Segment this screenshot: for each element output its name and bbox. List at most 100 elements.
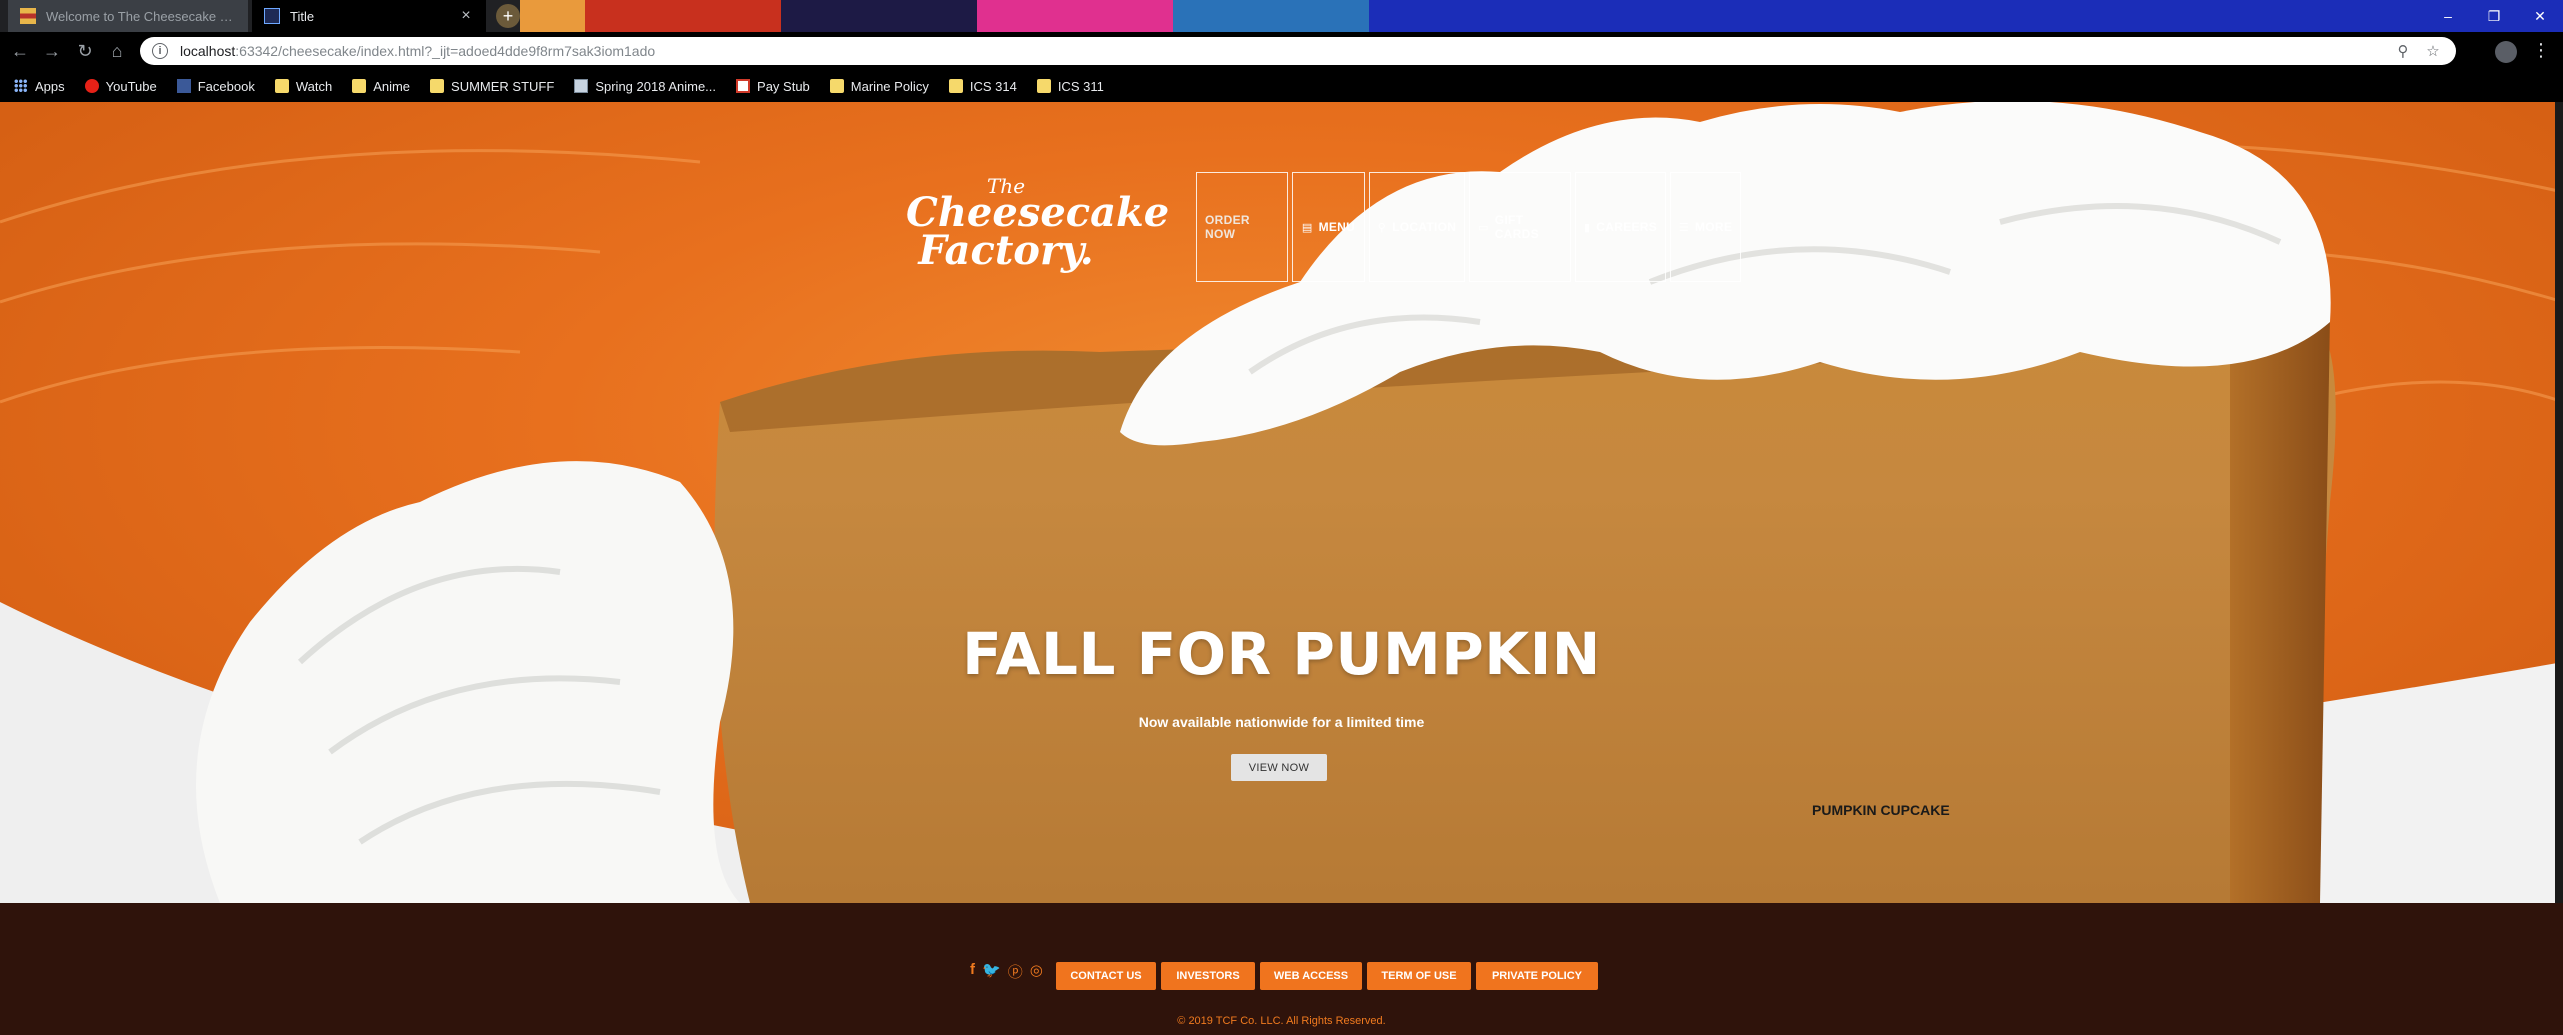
bookmark-label: Pay Stub bbox=[757, 78, 810, 94]
bookmarks-bar: Apps YouTube Facebook Watch Anime SUMMER… bbox=[0, 70, 2563, 102]
copyright-text: © 2019 TCF Co. LLC. All Rights Reserved. bbox=[1177, 1015, 1386, 1027]
window-controls: – ❐ ✕ bbox=[2425, 0, 2563, 32]
private-policy-button[interactable]: PRIVATE POLICY bbox=[1476, 962, 1598, 990]
nav-careers[interactable]: ▮ CAREERS bbox=[1575, 172, 1666, 282]
bookmark-label: Marine Policy bbox=[850, 78, 929, 94]
tab-cheesecake-factory[interactable]: Welcome to The Cheesecake Fac bbox=[8, 0, 248, 32]
minimize-icon[interactable]: – bbox=[2425, 0, 2471, 32]
folder-icon bbox=[352, 79, 367, 93]
footer-links: CONTACT US INVESTORS WEB ACCESS TERM OF … bbox=[1056, 962, 1603, 990]
nav-more[interactable]: ☰ MORE bbox=[1670, 172, 1741, 282]
cheesecake-favicon bbox=[20, 8, 36, 24]
close-window-icon[interactable]: ✕ bbox=[2517, 0, 2563, 32]
nav-gift-cards[interactable]: ▭ GIFT CARDS bbox=[1469, 172, 1571, 282]
bookmark-facebook[interactable]: Facebook bbox=[176, 78, 255, 94]
tab-title: Title bbox=[290, 8, 315, 24]
nav-label: MENU bbox=[1318, 220, 1356, 234]
location-pin-icon: ⚲ bbox=[1377, 221, 1387, 234]
bookmark-watch[interactable]: Watch bbox=[274, 78, 333, 94]
folder-icon bbox=[430, 79, 445, 93]
nav-label: CAREERS bbox=[1596, 220, 1658, 234]
profile-avatar[interactable] bbox=[2495, 41, 2517, 63]
site-info-icon[interactable]: i bbox=[152, 43, 168, 59]
bookmark-summer-stuff[interactable]: SUMMER STUFF bbox=[430, 79, 554, 94]
bookmark-apps[interactable]: Apps bbox=[14, 79, 65, 94]
bookmark-label: Spring 2018 Anime... bbox=[595, 78, 717, 94]
bookmark-label: ICS 314 bbox=[969, 78, 1017, 94]
tab-title-active[interactable]: Title × bbox=[252, 0, 486, 32]
bookmark-label: ICS 311 bbox=[1057, 78, 1104, 94]
nav-label: GIFT CARDS bbox=[1494, 213, 1539, 241]
close-tab-icon[interactable]: × bbox=[458, 7, 474, 25]
folder-icon bbox=[829, 79, 844, 93]
url-text[interactable]: localhost:63342/cheesecake/index.html?_i… bbox=[180, 43, 2384, 59]
site-icon bbox=[736, 79, 751, 93]
bookmark-spring-anime[interactable]: Spring 2018 Anime... bbox=[574, 79, 716, 94]
apps-grid-icon bbox=[14, 79, 28, 93]
browser-menu-icon[interactable]: ⋮ bbox=[2532, 40, 2550, 61]
instagram-icon[interactable]: ◎ bbox=[1030, 961, 1043, 982]
new-tab-button[interactable]: + bbox=[496, 4, 520, 28]
hero-banner: The Cheesecake Factory. ORDER NOW ▤ MENU … bbox=[0, 102, 2563, 903]
folder-icon bbox=[948, 79, 963, 93]
nav-order-now[interactable]: ORDER NOW bbox=[1196, 172, 1288, 282]
forward-icon[interactable]: → bbox=[40, 39, 64, 63]
facebook-icon bbox=[176, 79, 191, 93]
bookmark-label: Anime bbox=[373, 78, 411, 94]
nav-label: MORE bbox=[1694, 220, 1733, 234]
contact-us-button[interactable]: CONTACT US bbox=[1056, 962, 1156, 990]
hero-subheadline: Now available nationwide for a limited t… bbox=[1138, 714, 1425, 730]
site-icon bbox=[574, 79, 589, 93]
twitter-icon[interactable]: 🐦 bbox=[982, 961, 1001, 982]
address-bar[interactable]: i localhost:63342/cheesecake/index.html?… bbox=[140, 37, 2456, 65]
bookmark-label: YouTube bbox=[105, 78, 157, 94]
briefcase-icon: ▮ bbox=[1583, 221, 1591, 234]
site-footer: f 🐦 ⓟ ◎ CONTACT US INVESTORS WEB ACCESS … bbox=[0, 903, 2563, 1035]
bookmark-marine-policy[interactable]: Marine Policy bbox=[829, 78, 929, 94]
term-of-use-button[interactable]: TERM OF USE bbox=[1367, 962, 1471, 990]
bookmark-label: Watch bbox=[295, 78, 333, 94]
view-now-button[interactable]: VIEW NOW bbox=[1231, 754, 1327, 781]
page-scrollbar[interactable] bbox=[2555, 102, 2563, 903]
hero-caption: PUMPKIN CUPCAKE bbox=[1812, 802, 1950, 818]
investors-button[interactable]: INVESTORS bbox=[1161, 962, 1255, 990]
gift-icon: ▭ bbox=[1478, 221, 1489, 234]
hero-headline: FALL FOR PUMPKIN bbox=[962, 620, 1601, 688]
bookmark-pay-stub[interactable]: Pay Stub bbox=[736, 79, 810, 94]
cheesecake-factory-logo[interactable]: The Cheesecake Factory. bbox=[906, 176, 1169, 276]
bookmark-star-icon[interactable]: ☆ bbox=[2422, 42, 2444, 60]
folder-icon bbox=[1036, 79, 1051, 93]
bookmark-ics-311[interactable]: ICS 311 bbox=[1036, 78, 1104, 94]
bookmark-label: SUMMER STUFF bbox=[451, 78, 555, 94]
home-icon[interactable]: ⌂ bbox=[105, 39, 129, 63]
zoom-icon[interactable]: ⚲ bbox=[2392, 42, 2414, 60]
url-host: localhost bbox=[180, 43, 236, 59]
logo-line: Factory. bbox=[918, 227, 1094, 274]
nav-label: LOCATION bbox=[1392, 220, 1457, 234]
address-toolbar: ← → ↻ ⌂ i localhost:63342/cheesecake/ind… bbox=[0, 32, 2563, 70]
nav-location[interactable]: ⚲ LOCATION bbox=[1369, 172, 1465, 282]
restore-icon[interactable]: ❐ bbox=[2471, 0, 2517, 32]
facebook-icon[interactable]: f bbox=[970, 961, 975, 982]
bookmark-ics-314[interactable]: ICS 314 bbox=[948, 78, 1017, 94]
folder-icon bbox=[274, 79, 289, 93]
hamburger-icon: ☰ bbox=[1678, 221, 1689, 234]
tab-title: Welcome to The Cheesecake Fac bbox=[46, 8, 236, 24]
nav-menu[interactable]: ▤ MENU bbox=[1292, 172, 1365, 282]
browser-tab-bar: Welcome to The Cheesecake Fac Title × + … bbox=[0, 0, 2563, 32]
back-icon[interactable]: ← bbox=[8, 39, 32, 63]
url-path: :63342/cheesecake/index.html?_ijt=adoed4… bbox=[235, 43, 656, 59]
webstorm-icon bbox=[264, 8, 280, 24]
youtube-icon bbox=[84, 79, 99, 93]
menu-icon: ▤ bbox=[1301, 221, 1313, 234]
main-nav: ORDER NOW ▤ MENU ⚲ LOCATION ▭ GIFT CARDS ▮ C… bbox=[1196, 172, 1745, 282]
bookmark-label: Apps bbox=[35, 78, 65, 94]
web-access-button[interactable]: WEB ACCESS bbox=[1260, 962, 1362, 990]
bookmark-youtube[interactable]: YouTube bbox=[84, 78, 157, 94]
reload-icon[interactable]: ↻ bbox=[73, 39, 97, 63]
bookmark-label: Facebook bbox=[197, 78, 255, 94]
nav-label: ORDER NOW bbox=[1205, 213, 1250, 241]
pinterest-icon[interactable]: ⓟ bbox=[1008, 961, 1023, 982]
social-links: f 🐦 ⓟ ◎ bbox=[970, 961, 1050, 982]
bookmark-anime[interactable]: Anime bbox=[352, 79, 410, 94]
